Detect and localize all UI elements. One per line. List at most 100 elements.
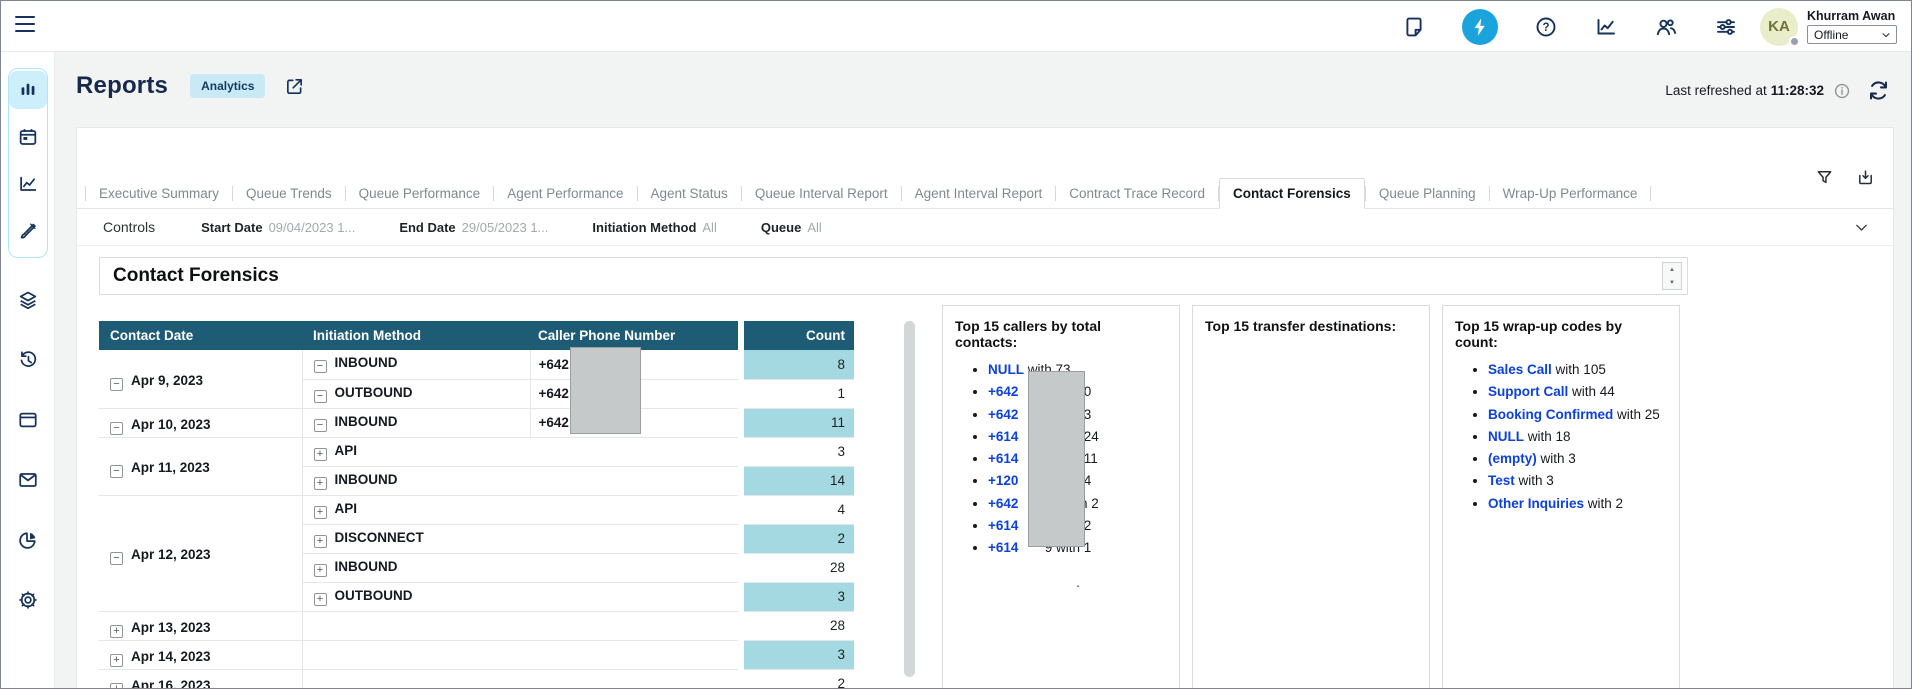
expand-icon[interactable]: +: [314, 564, 327, 577]
item-link[interactable]: Sales Call: [1488, 362, 1552, 377]
expand-icon[interactable]: +: [314, 535, 327, 548]
item-link[interactable]: (empty): [1488, 451, 1537, 466]
collapse-icon[interactable]: −: [314, 419, 327, 432]
expand-icon[interactable]: +: [314, 506, 327, 519]
spinner-down-button[interactable]: ▼: [1663, 276, 1681, 289]
tab-queue-performance[interactable]: Queue Performance: [346, 178, 494, 209]
people-icon[interactable]: [1654, 15, 1678, 39]
count-cell: 2: [741, 669, 854, 689]
item-count-text: with 2: [1584, 496, 1623, 511]
tab-agent-performance[interactable]: Agent Performance: [494, 178, 636, 209]
sidebar-item-gear[interactable]: [9, 581, 47, 619]
sidebar-item-brush[interactable]: [9, 212, 47, 250]
sidebar-item-history[interactable]: [9, 341, 47, 379]
last-refreshed-time: 11:28:32: [1771, 83, 1824, 98]
tab-queue-trends[interactable]: Queue Trends: [233, 178, 345, 209]
tab-wrap-up-performance[interactable]: Wrap-Up Performance: [1490, 178, 1651, 209]
sidebar-item-pie-chart[interactable]: [9, 521, 47, 559]
tab-agent-status[interactable]: Agent Status: [638, 178, 741, 209]
expand-icon[interactable]: +: [110, 683, 123, 689]
item-link[interactable]: NULL: [988, 362, 1024, 377]
initiation-cell: −INBOUND: [302, 408, 530, 437]
refresh-icon[interactable]: [1867, 79, 1890, 102]
date-cell: −Apr 9, 2023: [99, 350, 302, 408]
expand-icon[interactable]: +: [314, 448, 327, 461]
table-row: −Apr 11, 2023+API3: [99, 437, 854, 466]
table-scrollbar[interactable]: [904, 321, 915, 677]
collapse-icon[interactable]: −: [110, 552, 123, 565]
item-link[interactable]: +642: [988, 496, 1018, 511]
sidebar-item-bar-chart[interactable]: [9, 71, 47, 109]
item-link[interactable]: Booking Confirmed: [1488, 407, 1613, 422]
metrics-icon[interactable]: [1594, 15, 1618, 39]
item-link[interactable]: Other Inquiries: [1488, 496, 1584, 511]
collapse-icon[interactable]: −: [314, 390, 327, 403]
item-link[interactable]: Test: [1488, 473, 1515, 488]
item-link[interactable]: +614: [988, 518, 1018, 533]
collapse-icon[interactable]: −: [110, 465, 123, 478]
info-icon[interactable]: [1833, 82, 1851, 100]
status-dot: [1789, 36, 1800, 47]
status-select[interactable]: Offline: [1807, 25, 1897, 44]
controls-collapse-chevron-icon[interactable]: [1854, 220, 1869, 235]
sidebar-item-envelope[interactable]: [9, 461, 47, 499]
sidebar-item-browser[interactable]: [9, 401, 47, 439]
col-header-count: Count: [741, 321, 854, 350]
item-link[interactable]: +614: [988, 540, 1018, 555]
callers-redaction-overlay: [1028, 371, 1085, 547]
sidebar-item-layers[interactable]: [9, 281, 47, 319]
tab-separator: [1650, 186, 1651, 201]
col-header-contact-date: Contact Date: [99, 321, 302, 350]
item-link[interactable]: +120: [988, 473, 1018, 488]
control-end-date[interactable]: End Date29/05/2023 1...: [399, 220, 548, 235]
collapse-icon[interactable]: −: [314, 360, 327, 373]
initiation-cell: +API: [302, 495, 741, 524]
lightning-icon[interactable]: [1462, 9, 1498, 45]
tab-queue-interval-report[interactable]: Queue Interval Report: [742, 178, 901, 209]
external-link-icon[interactable]: [284, 76, 305, 97]
item-link[interactable]: +614: [988, 451, 1018, 466]
hamburger-menu-icon[interactable]: [15, 16, 35, 32]
wrapup-codes-panel: Top 15 wrap-up codes by count: Sales Cal…: [1442, 305, 1680, 689]
tab-contact-forensics[interactable]: Contact Forensics: [1219, 178, 1365, 209]
item-link[interactable]: +614: [988, 429, 1018, 444]
expand-icon[interactable]: +: [314, 593, 327, 606]
item-link[interactable]: NULL: [1488, 429, 1524, 444]
initiation-cell: +INBOUND: [302, 466, 741, 495]
expand-icon[interactable]: +: [314, 477, 327, 490]
date-cell: −Apr 10, 2023: [99, 408, 302, 437]
item-link[interactable]: +642: [988, 384, 1018, 399]
control-queue[interactable]: QueueAll: [761, 220, 822, 235]
tab-agent-interval-report[interactable]: Agent Interval Report: [902, 178, 1056, 209]
control-label: Initiation Method: [592, 220, 696, 235]
top-callers-title: Top 15 callers by total contacts:: [955, 318, 1167, 350]
item-link[interactable]: Support Call: [1488, 384, 1568, 399]
sidebar: [1, 52, 55, 688]
expand-icon[interactable]: +: [110, 654, 123, 667]
table-row: +Apr 13, 202328: [99, 611, 854, 640]
sidebar-item-calendar[interactable]: [9, 118, 47, 156]
control-initiation-method[interactable]: Initiation MethodAll: [592, 220, 716, 235]
count-cell: 28: [741, 553, 854, 582]
item-count-text: with 18: [1524, 429, 1571, 444]
sidebar-item-line-chart[interactable]: [9, 165, 47, 203]
tab-queue-planning[interactable]: Queue Planning: [1366, 178, 1489, 209]
control-start-date[interactable]: Start Date09/04/2023 1...: [201, 220, 355, 235]
count-cell: 1: [741, 379, 854, 408]
spinner-up-button[interactable]: ▲: [1663, 263, 1681, 276]
collapse-icon[interactable]: −: [110, 422, 123, 435]
tab-executive-summary[interactable]: Executive Summary: [86, 178, 232, 209]
list-item: Support Call with 44: [1488, 381, 1667, 403]
help-icon[interactable]: ?: [1534, 15, 1558, 39]
count-cell: 8: [741, 350, 854, 379]
expand-icon[interactable]: +: [110, 625, 123, 638]
item-count-text: with 25: [1613, 407, 1660, 422]
analytics-badge: Analytics: [190, 74, 265, 98]
bar-chart-icon: [17, 79, 39, 101]
tab-contract-trace-record[interactable]: Contract Trace Record: [1056, 178, 1218, 209]
collapse-icon[interactable]: −: [110, 378, 123, 391]
note-icon[interactable]: [1402, 15, 1426, 39]
list-item: Sales Call with 105: [1488, 359, 1667, 381]
sliders-icon[interactable]: [1714, 15, 1738, 39]
item-link[interactable]: +642: [988, 407, 1018, 422]
